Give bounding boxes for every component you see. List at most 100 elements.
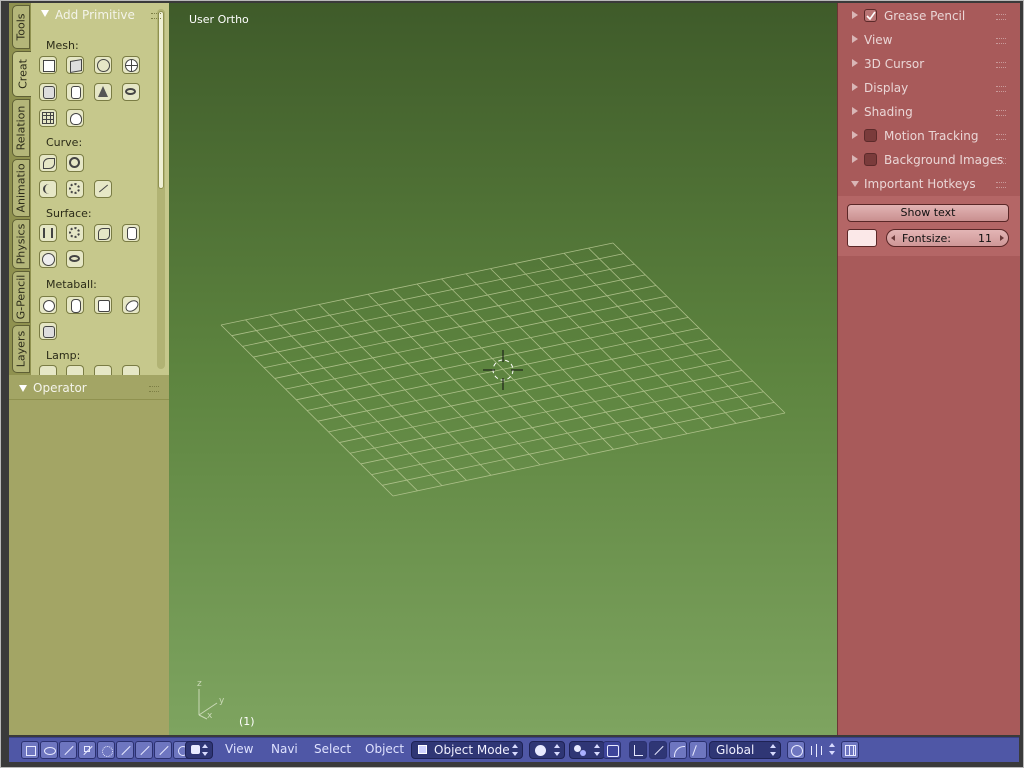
brush-icon[interactable] xyxy=(97,741,115,759)
bezier-icon[interactable] xyxy=(39,154,57,172)
motion-tracking-checkbox[interactable] xyxy=(864,129,877,142)
uv-sphere-icon[interactable] xyxy=(122,56,140,74)
scale-manipulator-icon[interactable] xyxy=(689,741,707,759)
menu-object[interactable]: Object xyxy=(365,742,404,756)
panel-shading[interactable]: Shading xyxy=(838,101,1020,123)
drag-grip-icon[interactable] xyxy=(996,86,1006,92)
transform-icon[interactable] xyxy=(21,741,39,759)
add-primitive-header[interactable]: Add Primitive xyxy=(31,5,161,25)
cylinder-icon[interactable] xyxy=(66,83,84,101)
drag-grip-icon[interactable] xyxy=(996,62,1006,68)
background-images-checkbox[interactable] xyxy=(864,153,877,166)
meta-ball-icon[interactable] xyxy=(39,296,57,314)
dropdown-arrows-icon xyxy=(554,744,560,756)
paint-icon[interactable] xyxy=(135,741,153,759)
manipulate-center-icon[interactable] xyxy=(603,741,621,759)
meta-capsule-icon[interactable] xyxy=(66,296,84,314)
spot-lamp-icon[interactable] xyxy=(94,365,112,375)
grease-pencil-checkbox[interactable] xyxy=(864,9,877,22)
grab-icon[interactable] xyxy=(154,741,172,759)
panel-display[interactable]: Display xyxy=(838,77,1020,99)
drag-grip-icon[interactable] xyxy=(996,182,1006,188)
nurbs-circle-icon[interactable] xyxy=(66,180,84,198)
sculpt-icon[interactable] xyxy=(116,741,134,759)
tab-layers[interactable]: Layers xyxy=(12,325,30,373)
cone-icon[interactable] xyxy=(94,83,112,101)
layer-visibility-icon[interactable] xyxy=(787,741,805,759)
torus-icon[interactable] xyxy=(122,83,140,101)
fontsize-field[interactable]: Fontsize: 11 xyxy=(886,229,1009,247)
panel-motion-tracking[interactable]: Motion Tracking xyxy=(838,125,1020,147)
drag-grip-icon[interactable] xyxy=(996,110,1006,116)
panel-3d-cursor[interactable]: 3D Cursor xyxy=(838,53,1020,75)
expand-arrow-icon xyxy=(852,83,858,91)
rotate-manipulator-icon[interactable] xyxy=(669,741,687,759)
decrement-arrow-icon[interactable] xyxy=(891,235,895,241)
translate-manipulator-icon[interactable] xyxy=(649,741,667,759)
operator-title: Operator xyxy=(33,381,87,395)
meta-plane-icon[interactable] xyxy=(94,296,112,314)
view-icon[interactable] xyxy=(40,741,58,759)
drag-grip-icon[interactable] xyxy=(149,386,159,392)
sun-lamp-icon[interactable] xyxy=(66,365,84,375)
tab-create[interactable]: Creat xyxy=(12,51,32,97)
transform-orientation-selector[interactable]: Global xyxy=(709,741,781,759)
tab-relation[interactable]: Relation xyxy=(12,99,30,157)
panel-important-hotkeys[interactable]: Important Hotkeys xyxy=(838,173,1020,195)
grid-icon[interactable] xyxy=(39,109,57,127)
pivot-point-selector[interactable] xyxy=(569,741,605,759)
snap-icon[interactable] xyxy=(841,741,859,759)
panel-background-images[interactable]: Background Images xyxy=(838,149,1020,171)
text-color-swatch[interactable] xyxy=(847,229,877,247)
fontsize-value: 11 xyxy=(978,232,992,245)
measure-icon[interactable] xyxy=(78,741,96,759)
knife-icon[interactable] xyxy=(59,741,77,759)
panel-view[interactable]: View xyxy=(838,29,1020,51)
snap-dropdown[interactable] xyxy=(825,741,837,759)
tab-label: Creat xyxy=(16,59,29,89)
drag-grip-icon[interactable] xyxy=(996,158,1006,164)
curve-circle-icon[interactable] xyxy=(66,154,84,172)
plane-icon[interactable] xyxy=(39,56,57,74)
manipulator-toggle-icon[interactable] xyxy=(629,741,647,759)
3d-viewport[interactable]: User Ortho z y x (1) xyxy=(169,3,837,735)
nurbs-curve-icon[interactable] xyxy=(39,180,57,198)
increment-arrow-icon[interactable] xyxy=(1000,235,1004,241)
drag-grip-icon[interactable] xyxy=(151,13,161,19)
menu-select[interactable]: Select xyxy=(314,742,351,756)
surface-cylinder-icon[interactable] xyxy=(122,224,140,242)
viewport-shading-selector[interactable] xyxy=(529,741,565,759)
drag-grip-icon[interactable] xyxy=(996,134,1006,140)
ico-sphere-icon[interactable] xyxy=(39,83,57,101)
show-text-button[interactable]: Show text xyxy=(847,204,1009,222)
drag-grip-icon[interactable] xyxy=(996,38,1006,44)
menu-view[interactable]: View xyxy=(225,742,253,756)
tab-animation[interactable]: Animatio xyxy=(12,159,30,217)
mode-selector[interactable]: Object Mode xyxy=(411,741,523,759)
cube-icon[interactable] xyxy=(66,56,84,74)
shelf-scrollbar[interactable] xyxy=(157,9,165,369)
surface-sphere-icon[interactable] xyxy=(39,250,57,268)
hemi-lamp-icon[interactable] xyxy=(122,365,140,375)
surface-patch-icon[interactable] xyxy=(94,224,112,242)
scrollbar-thumb[interactable] xyxy=(158,11,164,189)
point-lamp-icon[interactable] xyxy=(39,365,57,375)
tab-tools[interactable]: Tools xyxy=(12,5,30,49)
panel-grease-pencil[interactable]: Grease Pencil xyxy=(838,5,1020,27)
path-icon[interactable] xyxy=(94,180,112,198)
object-mode-icon xyxy=(418,745,427,754)
operator-panel-header[interactable]: Operator xyxy=(9,377,169,400)
proportional-edit-icon[interactable] xyxy=(807,741,825,759)
drag-grip-icon[interactable] xyxy=(996,14,1006,20)
tab-grease-pencil[interactable]: G-Pencil xyxy=(12,271,30,323)
surface-torus-icon[interactable] xyxy=(66,250,84,268)
meta-cube-icon[interactable] xyxy=(39,322,57,340)
meta-ellipsoid-icon[interactable] xyxy=(122,296,141,315)
tab-physics[interactable]: Physics xyxy=(12,219,30,269)
menu-navigation[interactable]: Navi xyxy=(271,742,298,756)
monkey-icon[interactable] xyxy=(66,109,84,127)
circle-icon[interactable] xyxy=(94,56,112,74)
surface-curve-icon[interactable] xyxy=(39,224,57,242)
editor-type-selector[interactable] xyxy=(185,741,213,759)
surface-circle-icon[interactable] xyxy=(66,224,84,242)
